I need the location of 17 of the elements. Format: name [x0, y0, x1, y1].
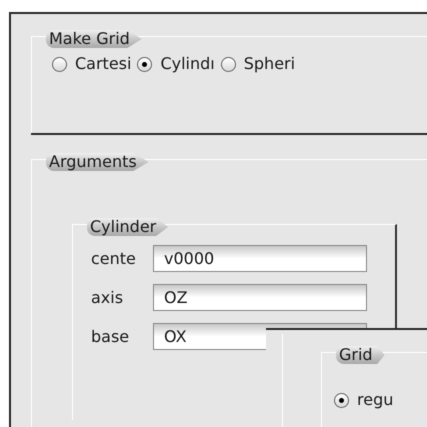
group-legend: Make Grid — [46, 30, 142, 48]
input-field[interactable]: v0000 — [153, 245, 367, 272]
field-label: base — [91, 326, 130, 348]
input-field[interactable]: OZ — [153, 284, 367, 311]
radio-label: Cartesi — [75, 53, 132, 75]
radio-button[interactable]: Spheri — [220, 52, 296, 76]
group-legend: Arguments — [46, 153, 149, 171]
field-label: axis — [91, 286, 124, 308]
radio-label: regu — [357, 389, 394, 411]
field-label: cente — [91, 248, 137, 270]
radio-button[interactable]: Cylindı — [137, 52, 215, 76]
radio-button[interactable]: regu — [334, 388, 427, 412]
group-legend: Cylinder — [87, 218, 168, 236]
radio-label: Cylindı — [160, 53, 215, 75]
group-legend: Grid — [336, 346, 385, 364]
radio-label: Spheri — [244, 53, 296, 75]
radio-button[interactable]: Cartesi — [52, 52, 132, 76]
